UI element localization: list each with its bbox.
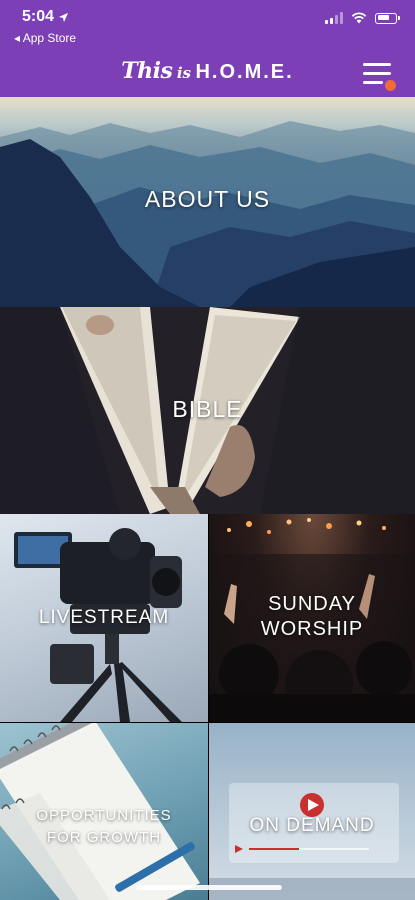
tile-label: ON DEMAND (249, 815, 375, 836)
menu-bar (363, 81, 383, 84)
tile-label: LIVESTREAM (38, 607, 170, 628)
wifi-icon (351, 12, 367, 24)
menu-bar (363, 72, 391, 75)
tile-label: SUNDAY WORSHIP (209, 592, 415, 642)
tile-label: OPPORTUNITIES FOR GROWTH (0, 805, 208, 849)
tile-label-line: WORSHIP (260, 618, 364, 640)
menu-bar (363, 63, 391, 66)
tile-about-us[interactable]: ABOUT US (0, 97, 415, 307)
battery-icon (375, 12, 400, 24)
notification-dot (384, 79, 397, 92)
tile-sunday-worship[interactable]: SUNDAY WORSHIP (209, 514, 415, 722)
logo-home: H.O.M.E. (195, 61, 294, 83)
cellular-signal-icon (325, 12, 343, 24)
app-header: 5:04 ◂ App Store This is H.O.M.E. (0, 0, 415, 97)
tile-label-line: OPPORTUNITIES (36, 807, 172, 824)
tile-opportunities-for-growth[interactable]: OPPORTUNITIES FOR GROWTH (0, 723, 208, 900)
tile-label: ABOUT US (144, 186, 271, 212)
video-player-image (209, 783, 415, 900)
status-time: 5:04 (22, 8, 69, 26)
status-indicators (325, 12, 400, 24)
tile-label-line: SUNDAY (268, 593, 356, 615)
app-logo: This is H.O.M.E. (0, 58, 415, 84)
tile-label-line: FOR GROWTH (46, 829, 162, 846)
hamburger-menu-button[interactable] (363, 62, 397, 92)
back-to-app-store[interactable]: ◂ App Store (14, 31, 76, 45)
logo-this: This (121, 58, 173, 84)
tile-on-demand[interactable]: ON DEMAND (209, 723, 415, 900)
tile-livestream[interactable]: LIVESTREAM (0, 514, 208, 722)
location-arrow-icon (58, 12, 69, 22)
home-indicator[interactable] (136, 885, 282, 890)
tile-bible[interactable]: BIBLE (0, 307, 415, 514)
clock-text: 5:04 (22, 8, 55, 25)
tile-label: BIBLE (172, 396, 243, 422)
logo-is: is (176, 64, 192, 82)
